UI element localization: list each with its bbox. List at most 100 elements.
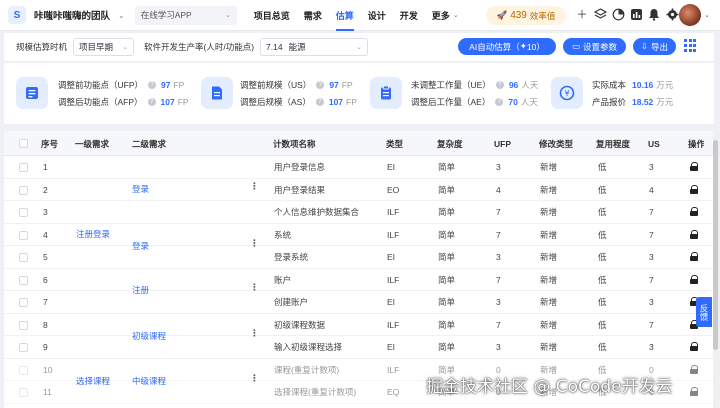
cell-item-name: 创建账户: [274, 297, 309, 308]
chevron-down-icon[interactable]: ⌄: [704, 11, 710, 19]
table-row[interactable]: 9 输入初级课程选择 EI 简单 3 新增 低 3: [4, 336, 714, 359]
lock-icon[interactable]: [690, 229, 698, 239]
scale-timing-select[interactable]: 项目早期 ⌄: [73, 38, 135, 56]
cell-reuse: 低: [598, 207, 607, 218]
settings-gear-icon[interactable]: [665, 7, 679, 21]
group-l1-select-course[interactable]: 选择课程: [76, 375, 110, 387]
main-nav: 项目总览 需求 估算 设计 开发 更多 ⌄: [247, 0, 466, 31]
cell-change-type: 新增: [540, 207, 558, 218]
help-icon[interactable]: ?: [495, 98, 504, 106]
chevron-down-icon: ⌄: [452, 12, 459, 19]
feedback-button[interactable]: 反馈: [696, 297, 712, 327]
row-checkbox[interactable]: [19, 365, 28, 375]
lock-icon[interactable]: [690, 387, 698, 396]
row-checkbox[interactable]: [19, 275, 28, 285]
lock-icon[interactable]: [690, 274, 698, 284]
bell-icon[interactable]: [647, 7, 661, 21]
metric-as-label: 调整后规模（AS）: [240, 97, 311, 107]
top-bar: S 咔嗤咔嗤嗨的团队 ⌄ 在线学习APP ⌄ 项目总览 需求 估算 设计 开发 …: [0, 0, 720, 31]
table-row[interactable]: 6 账户 ILF 简单 7 新增 低 7: [4, 269, 714, 291]
lock-icon[interactable]: [690, 184, 698, 194]
row-checkbox[interactable]: [19, 343, 28, 352]
metric-ufp-value: 97: [161, 80, 171, 90]
cell-item-name: 用户登录结果: [274, 184, 326, 195]
help-icon[interactable]: ?: [495, 81, 504, 89]
pie-chart-icon[interactable]: [611, 7, 625, 21]
row-checkbox[interactable]: [19, 185, 28, 195]
help-icon[interactable]: ?: [148, 81, 157, 89]
efficiency-badge[interactable]: 🚀 439 效率值: [486, 6, 566, 25]
row-checkbox[interactable]: [19, 208, 28, 217]
group-l2-login-a[interactable]: 登录: [132, 183, 149, 195]
lock-icon[interactable]: [690, 207, 698, 216]
settings-params-button[interactable]: ▭ 设置参数: [563, 38, 626, 55]
more-vertical-icon[interactable]: ⋮: [250, 238, 259, 249]
metric-ae-value: 70: [508, 97, 518, 107]
group-l2-basic-course[interactable]: 初级课程: [132, 330, 166, 342]
row-checkbox[interactable]: [19, 253, 28, 262]
team-switch-icon[interactable]: ⌄: [118, 11, 125, 20]
layers-icon[interactable]: [593, 7, 607, 21]
group-l1-register-login[interactable]: 注册登录: [76, 228, 110, 240]
row-checkbox[interactable]: [19, 320, 28, 330]
metric-ufp-label: 调整前功能点（UFP）: [58, 80, 144, 90]
select-all-checkbox[interactable]: [19, 139, 28, 148]
metric-cost: 实际成本 10.16 万元: [592, 79, 673, 91]
table-row[interactable]: 7 创建账户 EI 简单 3 新增 低 3: [4, 291, 714, 314]
nav-development[interactable]: 开发: [400, 0, 418, 31]
nav-estimation[interactable]: 估算: [335, 0, 354, 31]
cell-reuse: 低: [598, 184, 607, 195]
nav-overview[interactable]: 项目总览: [254, 0, 290, 31]
cell-us: 7: [649, 274, 654, 285]
help-icon[interactable]: ?: [315, 98, 324, 106]
help-icon[interactable]: ?: [147, 98, 156, 106]
cell-reuse: 低: [598, 297, 607, 308]
lock-icon[interactable]: [690, 364, 698, 374]
team-name[interactable]: 咔嗤咔嗤嗨的团队: [34, 8, 110, 22]
productivity-label: 软件开发生产率(人时/功能点): [144, 42, 255, 52]
col-item-name: 计数项名称: [273, 138, 316, 149]
grid-view-icon[interactable]: [684, 39, 697, 52]
project-select[interactable]: 在线学习APP ⌄: [134, 5, 237, 25]
group-l2-login-b[interactable]: 登录: [132, 240, 149, 252]
more-vertical-icon[interactable]: ⋮: [250, 282, 259, 293]
help-icon[interactable]: ?: [316, 81, 325, 89]
more-vertical-icon[interactable]: ⋮: [250, 373, 259, 384]
ai-estimate-button[interactable]: AI自动估算（ ✦ 10 ）: [458, 38, 556, 55]
table-row[interactable]: 8 初级课程数据 ILF 简单 7 新增 低 7: [4, 314, 714, 336]
lock-icon[interactable]: [690, 342, 698, 351]
table-row[interactable]: 3 个人信息维护数据集合 ILF 简单 7 新增 低 7: [4, 201, 714, 224]
user-avatar[interactable]: [679, 4, 701, 26]
cell-type: EO: [387, 184, 400, 195]
export-button[interactable]: ⇩ 导出: [633, 38, 676, 55]
lock-icon[interactable]: [690, 162, 698, 171]
metric-as: 调整后规模（AS） ? 107 FP: [240, 96, 357, 108]
add-icon[interactable]: ＋: [575, 7, 589, 21]
row-checkbox[interactable]: [19, 163, 28, 172]
table-scroll-thumb[interactable]: [713, 140, 718, 350]
row-checkbox[interactable]: [19, 298, 28, 307]
team-logo-icon[interactable]: S: [8, 6, 26, 24]
stats-icon[interactable]: [629, 7, 643, 21]
group-l2-mid-course[interactable]: 中级课程: [132, 375, 166, 387]
row-checkbox[interactable]: [19, 230, 28, 240]
nav-requirements[interactable]: 需求: [304, 0, 322, 31]
cell-type: EI: [387, 297, 396, 308]
group-l2-register[interactable]: 注册: [132, 284, 149, 296]
cell-change-type: 新增: [540, 297, 558, 308]
svg-text:¥: ¥: [564, 89, 569, 98]
nav-design[interactable]: 设计: [368, 0, 386, 31]
cell-no: 6: [43, 274, 48, 285]
more-vertical-icon[interactable]: ⋮: [250, 328, 259, 339]
metric-ue-unit: 人天: [521, 80, 539, 90]
table-row[interactable]: 1 用户登录信息 EI 简单 3 新增 低 3: [4, 156, 714, 179]
table-row[interactable]: 5 登录系统 EI 简单 3 新增 低 3: [4, 246, 714, 269]
table-row[interactable]: 4 系统 ILF 简单 7 新增 低 7: [4, 224, 714, 246]
productivity-select[interactable]: 7.14 能源 ⌄: [260, 38, 369, 56]
nav-more[interactable]: 更多 ⌄: [432, 0, 459, 31]
metric-quote: 产品报价 18.52 万元: [592, 96, 673, 108]
lock-icon[interactable]: [690, 252, 698, 261]
row-checkbox[interactable]: [19, 388, 28, 397]
table-row[interactable]: 2 用户登录结果 EO 简单 4 新增 低 4: [4, 179, 714, 201]
more-vertical-icon[interactable]: ⋮: [250, 181, 259, 192]
